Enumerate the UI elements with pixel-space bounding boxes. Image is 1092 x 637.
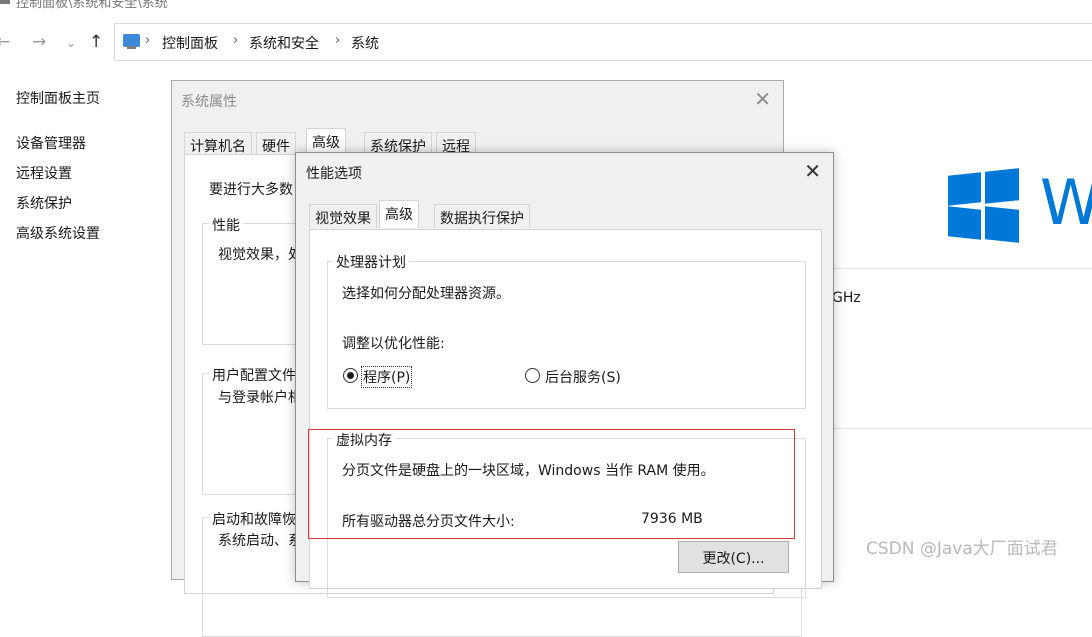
dialog-title: 性能选项: [306, 166, 362, 182]
change-button[interactable]: 更改(C)...: [678, 541, 789, 573]
startup-label: 启动和故障恢: [209, 509, 299, 529]
address-bar[interactable]: › 控制面板 › 系统和安全 › 系统: [114, 23, 1092, 61]
user-profile-label: 用户配置文件: [209, 365, 299, 385]
breadcrumb-control-panel[interactable]: 控制面板: [162, 33, 218, 53]
breadcrumb-system-security[interactable]: 系统和安全: [249, 33, 319, 53]
close-icon[interactable]: ✕: [804, 159, 821, 183]
nav-remote-settings[interactable]: 远程设置: [16, 163, 72, 183]
divider: [832, 428, 1092, 429]
chevron-right-icon[interactable]: ›: [233, 33, 238, 48]
annotation-highlight-box: [308, 429, 795, 539]
chevron-right-icon[interactable]: ›: [335, 33, 340, 48]
tab-advanced[interactable]: 高级: [379, 200, 419, 228]
adjust-label: 调整以优化性能:: [342, 336, 445, 352]
up-icon[interactable]: ↑: [89, 32, 103, 52]
nav-system-protection[interactable]: 系统保护: [16, 193, 72, 213]
performance-label: 性能: [209, 215, 243, 235]
control-panel-icon: [0, 0, 10, 4]
windows-brand-text: W: [1040, 166, 1092, 239]
back-icon[interactable]: ←: [0, 32, 10, 52]
tab-computer-name[interactable]: 计算机名: [184, 132, 252, 156]
windows-logo-icon: [948, 168, 1019, 243]
performance-text: 视觉效果，处: [218, 247, 302, 263]
forward-icon[interactable]: →: [32, 32, 46, 52]
nav-device-manager[interactable]: 设备管理器: [16, 133, 86, 153]
user-profile-text: 与登录帐户相: [218, 390, 302, 406]
tab-visual-effects[interactable]: 视觉效果: [309, 204, 377, 228]
dialog-title: 系统属性: [181, 94, 237, 110]
radio-programs[interactable]: [343, 368, 358, 383]
startup-text: 系统启动、系: [218, 533, 302, 549]
chevron-right-icon[interactable]: ›: [145, 33, 150, 48]
intro-text: 要进行大多数: [209, 182, 293, 198]
nav-control-panel-home[interactable]: 控制面板主页: [16, 88, 100, 108]
programs-option-label[interactable]: 程序(P): [361, 366, 413, 388]
radio-background-services[interactable]: [525, 368, 540, 383]
chevron-down-icon[interactable]: ⌄: [66, 36, 76, 50]
processor-scheduling-label: 处理器计划: [333, 252, 409, 272]
close-icon[interactable]: ✕: [754, 87, 771, 111]
background-services-option-label[interactable]: 后台服务(S): [545, 367, 621, 387]
tab-data-execution-prevention[interactable]: 数据执行保护: [434, 204, 530, 228]
processor-desc: 选择如何分配处理器资源。: [342, 286, 510, 302]
watermark-text: CSDN @Java大厂面试君: [866, 539, 1058, 559]
window-title-bar: 控制面板\系统和安全\系统: [0, 0, 1092, 11]
divider: [832, 268, 1092, 269]
breadcrumb-system[interactable]: 系统: [351, 33, 379, 53]
tab-hardware[interactable]: 硬件: [256, 132, 296, 156]
computer-icon: [123, 34, 140, 49]
nav-advanced-system-settings[interactable]: 高级系统设置: [16, 223, 100, 243]
window-title: 控制面板\系统和安全\系统: [16, 0, 168, 11]
processor-speed-text: GHz: [832, 290, 861, 306]
performance-options-dialog: 性能选项 ✕ 视觉效果 高级 数据执行保护 处理器计划 选择如何分配处理器资源。…: [295, 152, 834, 598]
